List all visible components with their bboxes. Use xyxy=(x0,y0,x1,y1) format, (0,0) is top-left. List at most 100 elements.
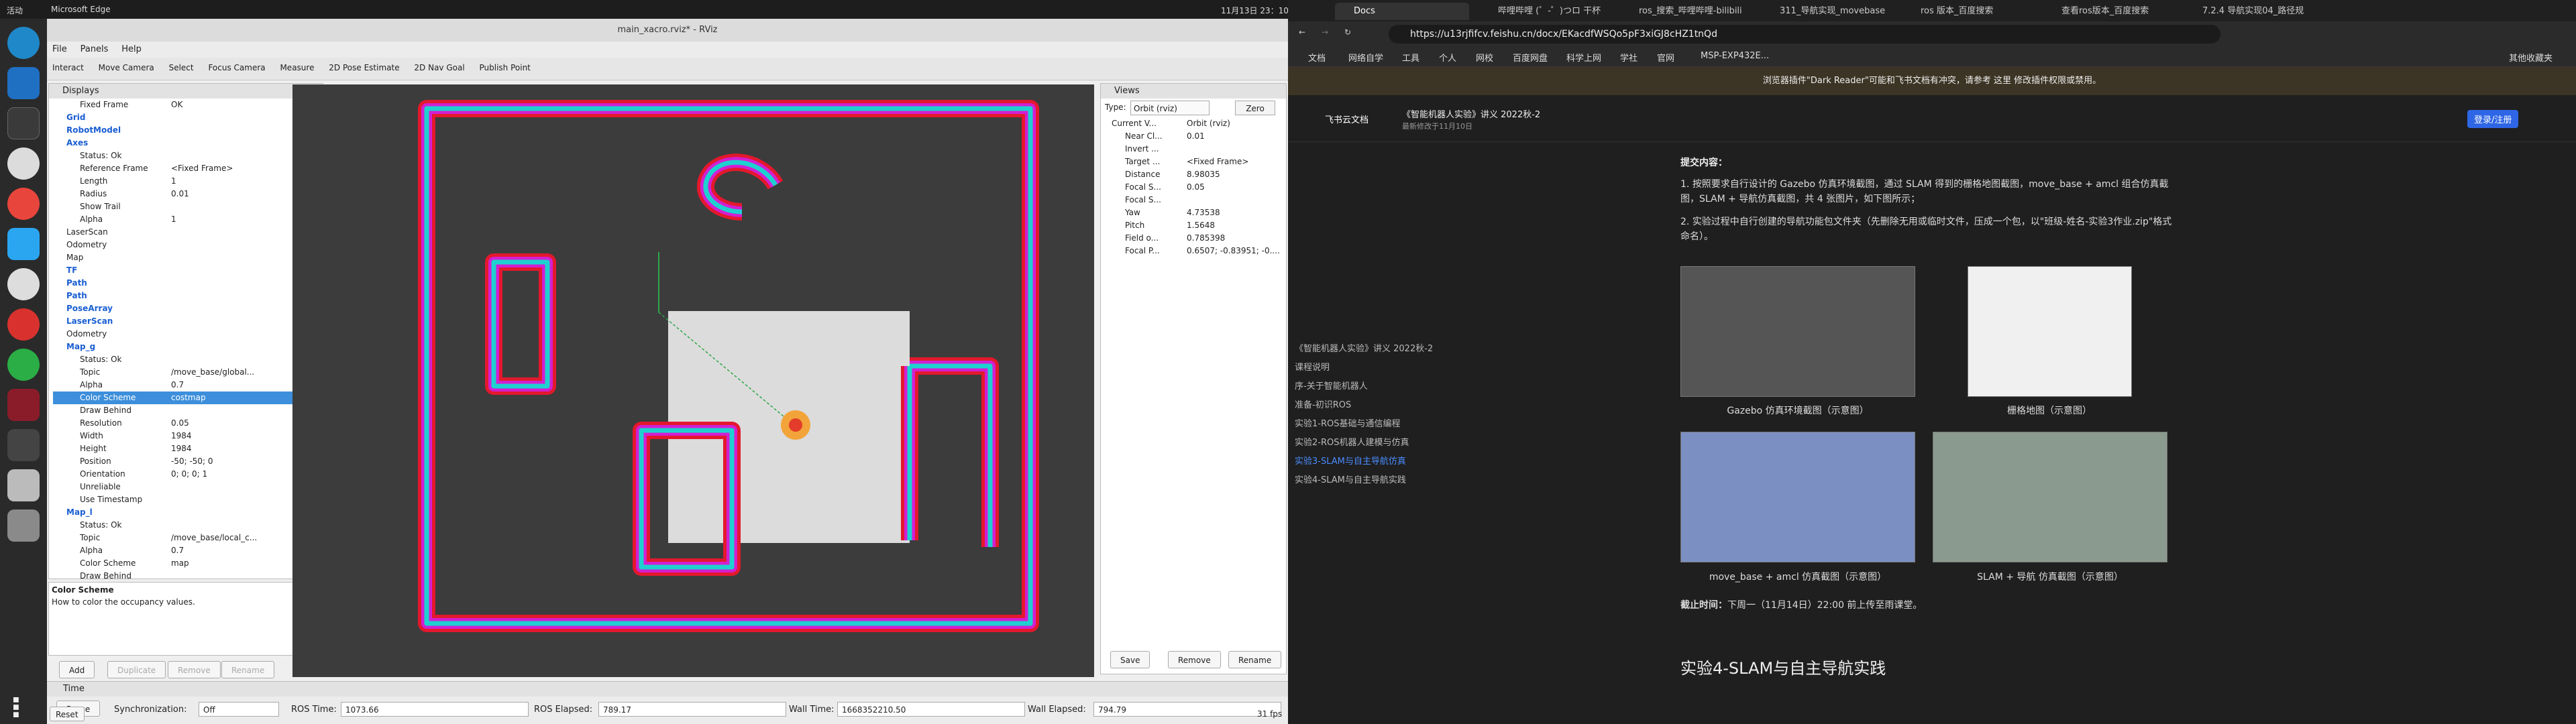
view-row[interactable]: Focal S... xyxy=(1106,194,1286,206)
remove-display-button[interactable]: Remove xyxy=(168,661,221,678)
rviz-icon[interactable] xyxy=(7,429,40,461)
views-remove-button[interactable]: Remove xyxy=(1168,651,1221,668)
views-zero-button[interactable]: Zero xyxy=(1235,101,1275,115)
fav-other[interactable]: 其他收藏夹 xyxy=(2509,51,2553,64)
tab-nav-path[interactable]: 7.2.4 导航实现04_路径规 xyxy=(2184,3,2318,20)
ros-time-field[interactable]: 1073.66 xyxy=(341,702,529,717)
display-row[interactable]: Odometry xyxy=(53,239,323,251)
display-row[interactable]: Reference Frame <Fixed Frame> xyxy=(53,162,323,175)
feishu-icon[interactable] xyxy=(7,228,40,260)
menu-panels[interactable]: Panels xyxy=(80,44,109,54)
display-row[interactable]: LaserScan xyxy=(53,226,323,239)
display-row[interactable]: Odometry xyxy=(53,328,323,341)
view-row[interactable]: Invert ... xyxy=(1106,143,1286,156)
views-type-select[interactable]: Orbit (rviz) xyxy=(1130,101,1210,115)
display-row[interactable]: Draw Behind xyxy=(53,570,323,579)
outline-item[interactable]: 实验2-ROS机器人建模与仿真 xyxy=(1288,434,1496,452)
wechat-icon[interactable] xyxy=(7,349,40,381)
fav-docs[interactable]: 文档 xyxy=(1308,51,1326,64)
rqt-icon[interactable] xyxy=(7,469,40,501)
display-row[interactable]: Position -50; -50; 0 xyxy=(53,455,323,468)
back-icon[interactable]: ← xyxy=(1299,27,1305,37)
display-row[interactable]: Length 1 xyxy=(53,175,323,188)
netease-icon[interactable] xyxy=(7,308,40,341)
grid-map-image[interactable] xyxy=(1968,266,2132,397)
display-row[interactable]: Alpha 1 xyxy=(53,213,323,226)
display-row[interactable]: Show Trail xyxy=(53,200,323,213)
view-row[interactable]: Near Cl... 0.01 xyxy=(1106,130,1286,143)
terminal-icon[interactable] xyxy=(7,107,40,139)
display-row[interactable]: RobotModel xyxy=(53,124,323,137)
login-button[interactable]: 登录/注册 xyxy=(2467,110,2519,128)
gazebo-screenshot[interactable] xyxy=(1680,266,1915,397)
amcl-screenshot[interactable] xyxy=(1680,432,1915,562)
display-row[interactable]: Draw Behind xyxy=(53,404,323,417)
tool-2d-pose-estimate[interactable]: 2D Pose Estimate xyxy=(329,63,399,72)
wine-icon[interactable] xyxy=(7,389,40,421)
reset-button[interactable]: Reset xyxy=(50,707,85,721)
sync-select[interactable]: Off xyxy=(199,702,279,717)
tab-ros-version[interactable]: ros 版本_百度搜索 xyxy=(1902,3,2036,20)
display-row[interactable]: Path xyxy=(53,290,323,302)
display-row[interactable]: Height 1984 xyxy=(53,442,323,455)
display-row[interactable]: Alpha 0.7 xyxy=(53,544,323,557)
tab-bilibili-search[interactable]: ros_搜索_哔哩哔哩-bilibili xyxy=(1620,3,1754,20)
edge-icon[interactable] xyxy=(7,27,40,59)
wall-elapsed-field[interactable]: 794.79 xyxy=(1093,702,1281,717)
duplicate-display-button[interactable]: Duplicate xyxy=(107,661,166,678)
display-row[interactable]: Path xyxy=(53,277,323,290)
display-row[interactable]: Topic/move_base/global... xyxy=(53,366,323,379)
views-rename-button[interactable]: Rename xyxy=(1228,651,1282,668)
displays-tree[interactable]: Fixed Frame OK Grid RobotModel Axes Status: O… xyxy=(49,99,323,579)
menu-help[interactable]: Help xyxy=(121,44,142,54)
tool-measure[interactable]: Measure xyxy=(280,63,314,72)
fav-school[interactable]: 网校 xyxy=(1476,51,1493,64)
tool-interact[interactable]: Interact xyxy=(52,63,84,72)
vscode-icon[interactable] xyxy=(7,67,40,99)
display-row[interactable]: Width 1984 xyxy=(53,430,323,442)
fav-tools[interactable]: 工具 xyxy=(1402,51,1419,64)
display-row[interactable]: Color Scheme map xyxy=(53,557,323,570)
chat-icon[interactable] xyxy=(7,147,40,180)
tab-docs[interactable]: Docs xyxy=(1335,3,1469,20)
display-row[interactable]: Map_g xyxy=(53,341,323,353)
wall-time-field[interactable]: 1668352210.50 xyxy=(837,702,1025,717)
trash-icon[interactable] xyxy=(7,509,40,542)
forward-icon[interactable]: → xyxy=(1322,27,1328,37)
display-row[interactable]: Fixed Frame OK xyxy=(53,99,323,111)
display-row[interactable]: Grid xyxy=(53,111,323,124)
fav-society[interactable]: 学社 xyxy=(1620,51,1638,64)
outline-item[interactable]: 实验4-SLAM与自主导航实践 xyxy=(1288,471,1496,490)
tool-2d-nav-goal[interactable]: 2D Nav Goal xyxy=(414,63,464,72)
tab-movebase[interactable]: 311_导航实现_movebase xyxy=(1761,3,1895,20)
display-row[interactable]: Alpha 0.7 xyxy=(53,379,323,391)
display-row[interactable]: Status: Ok xyxy=(53,353,323,366)
outline-item[interactable]: 实验1-ROS基础与通信编程 xyxy=(1288,415,1496,434)
display-row[interactable]: Axes xyxy=(53,137,323,149)
view-row[interactable]: Target ... <Fixed Frame> xyxy=(1106,156,1286,168)
url-input[interactable]: https://u13rjfifcv.feishu.cn/docx/EKacdf… xyxy=(1389,25,2220,44)
view-row[interactable]: Field o... 0.785398 xyxy=(1106,232,1286,245)
inkscape-icon[interactable] xyxy=(7,268,40,300)
display-row[interactable]: Color Scheme costmap xyxy=(53,391,323,404)
view-row[interactable]: Focal S... 0.05 xyxy=(1106,181,1286,194)
display-row[interactable]: Orientation 0; 0; 0; 1 xyxy=(53,468,323,481)
fav-vpn[interactable]: 科学上网 xyxy=(1566,51,1601,64)
tool-select[interactable]: Select xyxy=(169,63,194,72)
views-tree[interactable]: Current V... Orbit (rviz) Near Cl... 0.01 In… xyxy=(1101,117,1286,257)
active-app-label[interactable]: Microsoft Edge xyxy=(51,5,111,14)
add-display-button[interactable]: Add xyxy=(59,661,95,678)
view-row[interactable]: Focal P... 0.6507; -0.83951; -0.... xyxy=(1106,245,1286,257)
display-row[interactable]: Radius 0.01 xyxy=(53,188,323,200)
view-row[interactable]: Current V... Orbit (rviz) xyxy=(1106,117,1286,130)
rename-display-button[interactable]: Rename xyxy=(221,661,275,678)
outline-item[interactable]: 实验3-SLAM与自主导航仿真 xyxy=(1288,452,1496,471)
fav-official[interactable]: 官网 xyxy=(1657,51,1674,64)
fav-personal[interactable]: 个人 xyxy=(1439,51,1456,64)
activities-label[interactable]: 活动 xyxy=(7,5,23,16)
tool-move-camera[interactable]: Move Camera xyxy=(99,63,154,72)
feishu-brand[interactable]: 飞书云文档 xyxy=(1325,113,1368,125)
display-row[interactable]: PoseArray xyxy=(53,302,323,315)
outline-item[interactable]: 序-关于智能机器人 xyxy=(1288,377,1496,396)
view-row[interactable]: Pitch 1.5648 xyxy=(1106,219,1286,232)
